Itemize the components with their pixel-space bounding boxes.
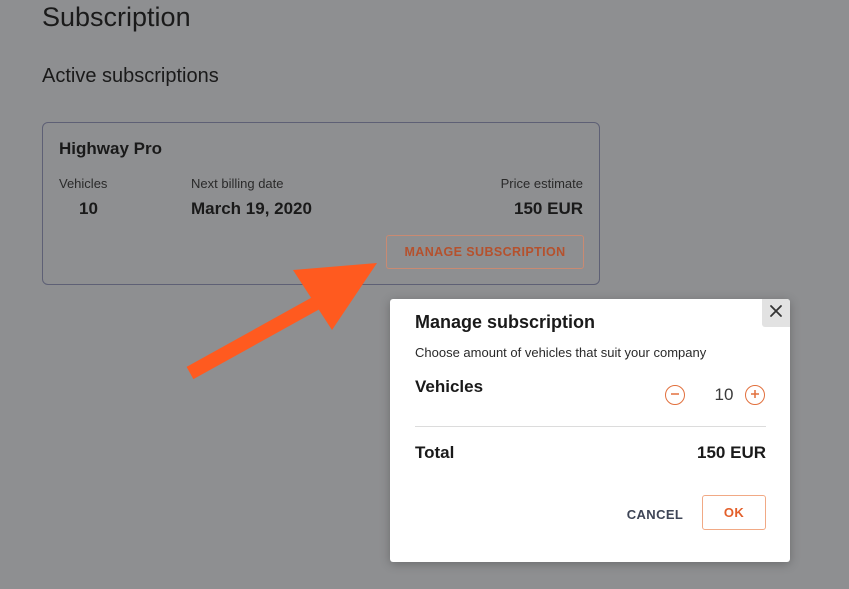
ok-button[interactable]: OK xyxy=(702,495,766,530)
vehicles-value: 10 xyxy=(79,199,98,218)
billing-date-value: March 19, 2020 xyxy=(191,199,312,218)
price-estimate-value: 150 EUR xyxy=(514,199,583,218)
price-estimate-label: Price estimate xyxy=(500,176,583,191)
plus-icon xyxy=(750,386,760,404)
vehicles-label: Vehicles xyxy=(59,176,108,191)
billing-date-label: Next billing date xyxy=(191,176,284,191)
cancel-button[interactable]: CANCEL xyxy=(620,502,690,526)
section-title: Active subscriptions xyxy=(42,65,219,87)
manage-subscription-button[interactable]: MANAGE SUBSCRIPTION xyxy=(386,235,584,269)
close-button[interactable] xyxy=(762,299,790,327)
total-value: 150 EUR xyxy=(697,443,766,462)
dialog-vehicles-label: Vehicles xyxy=(415,377,484,396)
manage-subscription-dialog: Manage subscription Choose amount of veh… xyxy=(390,299,790,562)
dialog-title: Manage subscription xyxy=(415,312,596,332)
dialog-description: Choose amount of vehicles that suit your… xyxy=(415,345,707,360)
divider xyxy=(415,426,766,427)
close-icon xyxy=(769,304,783,323)
decrease-button[interactable] xyxy=(665,385,685,405)
minus-icon xyxy=(670,386,680,404)
total-label: Total xyxy=(415,443,455,462)
vehicle-quantity: 10 xyxy=(714,385,734,404)
subscription-card: Highway Pro Vehicles 10 Next billing dat… xyxy=(42,122,600,285)
plan-name: Highway Pro xyxy=(59,139,162,158)
page-title: Subscription xyxy=(42,2,191,32)
increase-button[interactable] xyxy=(745,385,765,405)
